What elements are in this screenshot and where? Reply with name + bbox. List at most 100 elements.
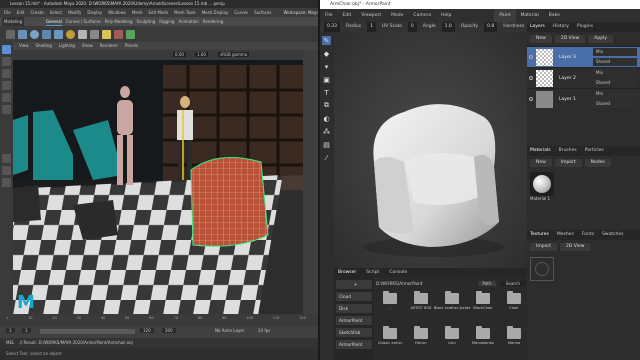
shelf-tab-rigging[interactable]: Rigging — [159, 17, 174, 26]
blur-tool-icon[interactable]: ◐ — [322, 114, 331, 123]
shelf-tab-curves[interactable]: Curves / Surfaces — [66, 17, 101, 26]
material-slot[interactable] — [530, 172, 554, 196]
new-material-button[interactable]: New — [530, 159, 552, 167]
hardness-value[interactable]: 0.8 — [484, 22, 498, 32]
maya-menu-item[interactable]: File — [4, 8, 11, 17]
shelf-cylinder-icon[interactable] — [42, 29, 51, 39]
layout-four-icon[interactable] — [2, 166, 11, 175]
view-menu-item[interactable]: Show — [82, 42, 93, 50]
import-material-button[interactable]: Import — [554, 159, 582, 167]
layer-row[interactable]: Layer 1 Mix Shared — [527, 88, 640, 109]
tab-layers[interactable]: Layers — [530, 22, 545, 32]
folder-item[interactable]: BlackChair — [471, 291, 495, 310]
nav-disk[interactable]: Disk — [336, 304, 372, 313]
shelf-light-icon[interactable] — [102, 29, 111, 39]
text-tool-icon[interactable]: T — [322, 88, 331, 97]
command-line[interactable]: MEL // Result: D:/WORKS/MAYA 2020/ArmorP… — [0, 338, 318, 348]
scale-tool-icon[interactable] — [2, 105, 11, 114]
layout-two-icon[interactable] — [2, 178, 11, 187]
shelf-ipr-icon[interactable] — [126, 29, 135, 39]
maya-menu-item[interactable]: Display — [87, 8, 102, 17]
viewport-value-a[interactable]: 0.00 — [173, 52, 186, 57]
tab-paint[interactable]: Paint — [494, 9, 516, 22]
shelf-sphere-icon[interactable] — [30, 29, 39, 39]
tab-materials[interactable]: Materials — [530, 146, 551, 156]
range-start[interactable]: 1 — [6, 328, 15, 333]
ap-menu-item[interactable]: Camera — [408, 13, 436, 18]
folder-item[interactable]: Classic armor — [378, 326, 402, 345]
tab-material[interactable]: Material — [516, 13, 544, 18]
view-menu-item[interactable]: Panels — [125, 42, 138, 50]
path-button[interactable]: Path — [478, 280, 496, 286]
nav-armorpaint-2[interactable]: ArmorPaint — [336, 340, 372, 349]
tab-bake[interactable]: Bake — [544, 13, 565, 18]
shelf-tab-rendering[interactable]: Rendering — [203, 17, 223, 26]
maya-menu-item[interactable]: Surfaces — [254, 8, 271, 17]
ap-menu-item[interactable]: Viewport — [356, 13, 386, 18]
mode-select[interactable]: Shared — [593, 79, 637, 87]
range-end[interactable]: 120 — [140, 328, 154, 333]
bake-tool-icon[interactable]: ▤ — [322, 140, 331, 149]
folder-item[interactable]: Lion — [440, 326, 464, 345]
shelf-tab-sculpting[interactable]: Sculpting — [137, 17, 156, 26]
folder-item[interactable]: Falcon — [409, 326, 433, 345]
maya-mode-select[interactable]: Modeling — [2, 17, 25, 26]
blend-select[interactable]: Mix — [593, 48, 637, 56]
ap-menu-item[interactable]: Mode — [386, 13, 408, 18]
fill-tool-icon[interactable]: ▾ — [322, 62, 331, 71]
maya-menu-item[interactable]: Mesh — [132, 8, 143, 17]
fps-select[interactable]: 24 fps — [258, 328, 270, 333]
blend-select[interactable]: Mix — [593, 69, 637, 77]
shelf-cube-icon[interactable] — [18, 29, 27, 39]
view-menu-item[interactable]: Lighting — [59, 42, 75, 50]
2d-view-button[interactable]: 2D View — [554, 35, 586, 43]
tab-particles[interactable]: Particles — [585, 146, 604, 156]
maya-menu-item[interactable]: Edit — [17, 8, 25, 17]
view-menu-item[interactable]: Shading — [36, 42, 52, 50]
blend-select[interactable]: Mix — [593, 90, 637, 98]
layout-single-icon[interactable] — [2, 154, 11, 163]
maya-menu-item[interactable]: Mesh Display — [202, 8, 229, 17]
maya-menu-item[interactable]: Curves — [234, 8, 248, 17]
view-menu-item[interactable]: Renderer — [100, 42, 118, 50]
channel-box-strip[interactable] — [303, 50, 318, 314]
folder-item[interactable]: Chair — [502, 291, 526, 310]
browser-path[interactable]: D:\WORKS\ArmorPaint — [376, 281, 474, 286]
mode-select[interactable]: Shared — [593, 100, 637, 108]
shelf-tab-poly[interactable]: Poly Modeling — [105, 17, 133, 26]
add-path-button[interactable]: + — [336, 280, 372, 289]
shelf-cone-icon[interactable] — [54, 29, 63, 39]
range-current[interactable]: 1 — [22, 328, 31, 333]
layer-row[interactable]: Layer 3 Mix Shared — [527, 46, 640, 67]
tab-plugins[interactable]: Plugins — [577, 22, 593, 32]
maya-menu-item[interactable]: Windows — [108, 8, 126, 17]
folder-item[interactable]: Mandalorian — [471, 326, 495, 345]
maya-viewport[interactable]: M — [13, 60, 303, 314]
brush-tool-icon[interactable]: ✎ — [322, 36, 331, 45]
search-field[interactable]: Search — [499, 280, 526, 286]
decal-tool-icon[interactable]: ▣ — [322, 75, 331, 84]
tab-fonts[interactable]: Fonts — [582, 230, 594, 240]
tab-swatches[interactable]: Swatches — [602, 230, 624, 240]
select-tool-icon[interactable] — [2, 45, 11, 54]
folder-item[interactable]: ARTIST BOX — [409, 291, 433, 310]
shelf-camera-icon[interactable] — [90, 29, 99, 39]
colorspace-select[interactable]: sRGB gamma — [218, 52, 250, 57]
eraser-tool-icon[interactable]: ◆ — [322, 49, 331, 58]
view-menu-item[interactable]: View — [19, 42, 29, 50]
maya-menu-item[interactable]: Mesh Tools — [174, 8, 196, 17]
move-tool-icon[interactable] — [2, 81, 11, 90]
ap-menu-item[interactable]: Edit — [338, 13, 357, 18]
nav-armorpaint[interactable]: ArmorPaint — [336, 316, 372, 325]
clone-tool-icon[interactable]: ⧉ — [322, 101, 331, 110]
tab-history[interactable]: History — [553, 22, 569, 32]
nodes-button[interactable]: Nodes — [584, 159, 611, 167]
tab-script[interactable]: Script — [366, 268, 379, 277]
paint-select-icon[interactable] — [2, 69, 11, 78]
uvscale-value[interactable]: 1 — [367, 22, 376, 32]
ap-menu-item[interactable]: Help — [436, 13, 456, 18]
nav-sketchfab[interactable]: SketchFab — [336, 328, 372, 337]
radius-value[interactable]: 0.33 — [324, 22, 341, 32]
ap-menu-item[interactable]: File — [320, 13, 338, 18]
shelf-gear-icon[interactable] — [6, 29, 15, 39]
